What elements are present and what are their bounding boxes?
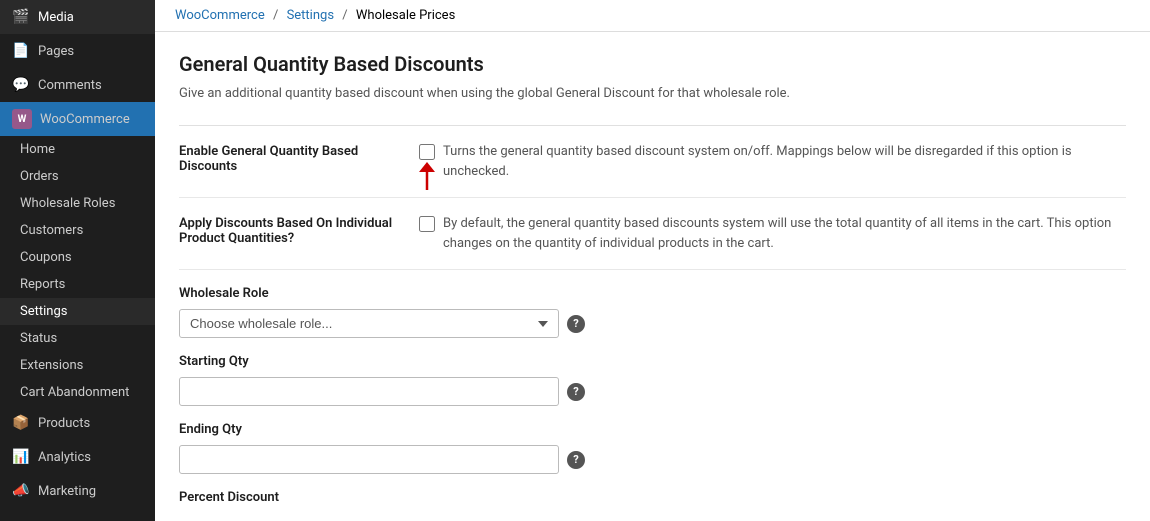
sidebar-item-label: Status (20, 331, 57, 346)
sidebar-item-label: Pages (38, 44, 74, 59)
sidebar-item-label: Extensions (20, 358, 83, 373)
breadcrumb-settings-link[interactable]: Settings (287, 8, 334, 23)
wholesale-role-label: Wholesale Role (179, 286, 1126, 301)
ending-qty-input[interactable] (179, 445, 559, 474)
sidebar-item-woocommerce[interactable]: W WooCommerce (0, 102, 155, 136)
breadcrumb-sep-1: / (273, 8, 278, 23)
sidebar-item-wholesale-roles[interactable]: Wholesale Roles (0, 190, 155, 217)
main-content: WooCommerce / Settings / Wholesale Price… (155, 0, 1150, 521)
sidebar-item-settings[interactable]: Settings (0, 298, 155, 325)
wholesale-role-help-icon[interactable]: ? (567, 315, 585, 333)
sidebar-item-label: WooCommerce (40, 112, 130, 127)
sidebar-item-label: Customers (20, 223, 83, 238)
wholesale-role-field: Wholesale Role Choose wholesale role... … (179, 286, 1126, 338)
enable-setting-row: Enable General Quantity Based Discounts … (179, 126, 1126, 198)
sidebar-item-label: Reports (20, 277, 65, 292)
enable-label: Enable General Quantity Based Discounts (179, 142, 399, 174)
sidebar-item-label: Media (38, 10, 74, 25)
page-title: General Quantity Based Discounts (179, 52, 1126, 76)
ending-qty-field-row: ? (179, 445, 1126, 474)
sidebar-item-label: Marketing (38, 484, 96, 499)
sidebar-item-label: Analytics (38, 450, 91, 465)
marketing-icon: 📣 (12, 482, 30, 500)
breadcrumb: WooCommerce / Settings / Wholesale Price… (155, 0, 1150, 32)
breadcrumb-woocommerce-link[interactable]: WooCommerce (175, 8, 265, 23)
starting-qty-field-row: ? (179, 377, 1126, 406)
breadcrumb-current: Wholesale Prices (356, 8, 455, 23)
sidebar-item-comments[interactable]: 💬 Comments (0, 68, 155, 102)
content-area: General Quantity Based Discounts Give an… (155, 32, 1150, 521)
sidebar-item-media[interactable]: 🎬 Media (0, 0, 155, 34)
enable-description: Turns the general quantity based discoun… (443, 142, 1126, 181)
products-icon: 📦 (12, 414, 30, 432)
starting-qty-field: Starting Qty ? (179, 354, 1126, 406)
wholesale-role-select[interactable]: Choose wholesale role... (179, 309, 559, 338)
enable-checkbox[interactable] (419, 144, 435, 160)
sidebar-item-label: Settings (20, 304, 67, 319)
sidebar-item-customers[interactable]: Customers (0, 217, 155, 244)
sidebar-item-label: Orders (20, 169, 59, 184)
comments-icon: 💬 (12, 76, 30, 94)
starting-qty-label: Starting Qty (179, 354, 1126, 369)
analytics-icon: 📊 (12, 448, 30, 466)
sidebar-item-extensions[interactable]: Extensions (0, 352, 155, 379)
apply-control: By default, the general quantity based d… (419, 214, 1126, 253)
sidebar-item-label: Comments (38, 78, 102, 93)
ending-qty-help-icon[interactable]: ? (567, 451, 585, 469)
enable-checkbox-wrapper (419, 142, 435, 164)
starting-qty-help-icon[interactable]: ? (567, 383, 585, 401)
breadcrumb-sep-2: / (342, 8, 347, 23)
arrow-indicator (419, 162, 437, 194)
apply-description: By default, the general quantity based d… (443, 214, 1126, 253)
sidebar-item-pages[interactable]: 📄 Pages (0, 34, 155, 68)
starting-qty-input[interactable] (179, 377, 559, 406)
ending-qty-label: Ending Qty (179, 422, 1126, 437)
pages-icon: 📄 (12, 42, 30, 60)
sidebar-item-reports[interactable]: Reports (0, 271, 155, 298)
enable-control: Turns the general quantity based discoun… (419, 142, 1126, 181)
apply-setting-row: Apply Discounts Based On Individual Prod… (179, 198, 1126, 270)
sidebar-item-marketing[interactable]: 📣 Marketing (0, 474, 155, 508)
sidebar-item-products[interactable]: 📦 Products (0, 406, 155, 440)
woo-logo: W (12, 109, 32, 129)
apply-checkbox[interactable] (419, 216, 435, 232)
sidebar-item-label: Wholesale Roles (20, 196, 115, 211)
sidebar-item-orders[interactable]: Orders (0, 163, 155, 190)
sidebar-item-label: Products (38, 416, 90, 431)
sidebar-item-coupons[interactable]: Coupons (0, 244, 155, 271)
sidebar-item-label: Cart Abandonment (20, 385, 129, 400)
page-description: Give an additional quantity based discou… (179, 86, 1126, 101)
apply-label: Apply Discounts Based On Individual Prod… (179, 214, 399, 246)
sidebar-item-cart-abandonment[interactable]: Cart Abandonment (0, 379, 155, 406)
settings-table: Enable General Quantity Based Discounts … (179, 125, 1126, 270)
wholesale-role-field-row: Choose wholesale role... ? (179, 309, 1126, 338)
sidebar-item-analytics[interactable]: 📊 Analytics (0, 440, 155, 474)
percent-discount-label: Percent Discount (179, 490, 1126, 505)
sidebar: 🎬 Media 📄 Pages 💬 Comments W WooCommerce… (0, 0, 155, 521)
sidebar-item-label: Home (20, 142, 55, 157)
media-icon: 🎬 (12, 8, 30, 26)
percent-discount-field: Percent Discount (179, 490, 1126, 505)
ending-qty-field: Ending Qty ? (179, 422, 1126, 474)
sidebar-item-home[interactable]: Home (0, 136, 155, 163)
wholesale-role-section: Wholesale Role Choose wholesale role... … (179, 286, 1126, 505)
sidebar-item-status[interactable]: Status (0, 325, 155, 352)
sidebar-item-label: Coupons (20, 250, 72, 265)
